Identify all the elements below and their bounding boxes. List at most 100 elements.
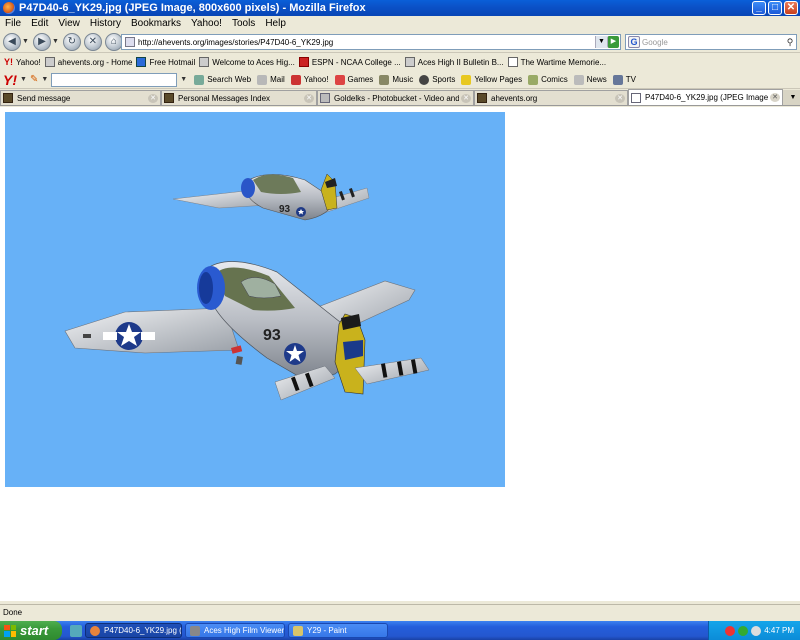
pencil-dropdown-icon[interactable]: ▼ <box>41 76 48 83</box>
minimize-button[interactable]: _ <box>752 1 766 15</box>
page-content: 93 93 <box>0 107 800 601</box>
start-button[interactable]: start <box>0 621 62 640</box>
tab-send-message[interactable]: Send message ✕ <box>0 90 161 105</box>
tv-icon <box>612 74 623 85</box>
url-history-dropdown-icon[interactable]: ▼ <box>595 36 607 48</box>
yahoo-home-button[interactable]: Yahoo! <box>290 74 329 85</box>
yahoo-news-button[interactable]: News <box>573 74 607 85</box>
film-viewer-icon <box>190 625 200 636</box>
url-bar[interactable]: http://ahevents.org/images/stories/P47D4… <box>121 34 621 50</box>
pencil-icon[interactable]: ✎ <box>30 74 38 85</box>
close-button[interactable]: ✕ <box>784 1 798 15</box>
reload-icon[interactable]: ↻ <box>62 32 81 51</box>
task-paint[interactable]: Y29 - Paint <box>288 623 388 638</box>
yahoo-menu-dropdown-icon[interactable]: ▼ <box>20 76 27 83</box>
tab-close-icon[interactable]: ✕ <box>615 93 625 103</box>
yahoo-logo[interactable]: Y! <box>3 72 17 88</box>
search-icon[interactable]: ⚲ <box>784 37 796 48</box>
menu-yahoo[interactable]: Yahoo! <box>186 18 227 29</box>
menu-file[interactable]: File <box>0 18 26 29</box>
yahoo-comics-button[interactable]: Comics <box>528 74 568 85</box>
page-icon <box>507 57 518 67</box>
rear-p47-plane: 93 <box>172 173 370 221</box>
menu-bar: File Edit View History Bookmarks Yahoo! … <box>0 16 800 30</box>
tray-volume-icon[interactable] <box>751 625 762 636</box>
tab-photobucket[interactable]: Goldelks - Photobucket - Video and Im...… <box>317 90 474 105</box>
p47-illustration: 93 93 <box>64 173 430 401</box>
bookmark-espn[interactable]: ESPN - NCAA College ... <box>298 57 401 67</box>
title-bar: P47D40-6_YK29.jpg (JPEG Image, 800x600 p… <box>0 0 800 16</box>
google-engine-icon[interactable]: G <box>628 36 640 48</box>
yahoo-sports-button[interactable]: Sports <box>419 74 455 85</box>
tab-close-icon[interactable]: ✕ <box>770 93 780 102</box>
navigation-toolbar: ◀ ▼ ▶ ▼ ↻ ✕ ⌂ http://ahevents.org/images… <box>0 31 800 53</box>
maximize-button[interactable]: □ <box>768 1 782 15</box>
tab-ahevents[interactable]: ahevents.org ✕ <box>474 90 628 105</box>
firefox-icon <box>3 2 15 14</box>
sports-icon <box>419 74 430 85</box>
front-p47-plane: 93 <box>64 261 430 401</box>
task-aces-high-film-viewer[interactable]: Aces High Film Viewer <box>185 623 285 638</box>
menu-history[interactable]: History <box>85 18 126 29</box>
menu-edit[interactable]: Edit <box>26 18 53 29</box>
bookmarks-toolbar: Y! Yahoo! ahevents.org - Home Free Hotmai… <box>0 54 800 70</box>
menu-view[interactable]: View <box>53 18 85 29</box>
bookmark-yahoo[interactable]: Y! Yahoo! <box>4 57 41 67</box>
menu-bookmarks[interactable]: Bookmarks <box>126 18 186 29</box>
news-icon <box>573 74 584 85</box>
search-input[interactable]: Google <box>642 38 784 47</box>
bookmark-ahevents[interactable]: ahevents.org - Home <box>44 57 132 67</box>
yahoo-music-button[interactable]: Music <box>379 74 413 85</box>
forward-icon[interactable]: ▶ <box>32 32 51 51</box>
tab-close-icon[interactable]: ✕ <box>148 93 158 103</box>
yahoo-tv-button[interactable]: TV <box>612 74 636 85</box>
list-all-tabs-icon[interactable]: ▼ <box>786 91 800 105</box>
tab-close-icon[interactable]: ✕ <box>461 93 471 103</box>
photobucket-icon <box>320 93 330 103</box>
go-icon[interactable]: ▶ <box>607 36 619 48</box>
url-text[interactable]: http://ahevents.org/images/stories/P47D4… <box>138 38 595 47</box>
tab-p47-image[interactable]: P47D40-6_YK29.jpg (JPEG Image... ✕ <box>628 89 783 105</box>
paint-icon <box>293 625 303 636</box>
clock: 4:47 PM <box>764 626 794 635</box>
bookmark-hotmail[interactable]: Free Hotmail <box>136 57 195 67</box>
firefox-icon <box>90 625 100 636</box>
yahoo-icon: Y! <box>4 57 13 67</box>
task-firefox[interactable]: P47D40-6_YK29.jpg (... <box>85 623 182 638</box>
status-bar: Done <box>0 604 800 620</box>
menu-help[interactable]: Help <box>260 18 291 29</box>
taskbar: start P47D40-6_YK29.jpg (... Aces High F… <box>0 621 800 640</box>
yahoo-small-icon <box>290 74 301 85</box>
show-desktop-icon[interactable] <box>70 624 82 637</box>
bookmark-aces-high-bulletin[interactable]: Aces High II Bulletin B... <box>404 57 504 67</box>
bookmark-wartime-memories[interactable]: The Wartime Memorie... <box>507 57 606 67</box>
music-icon <box>379 74 390 85</box>
search-box[interactable]: G Google ⚲ <box>625 34 797 50</box>
yahoo-yellow-pages-button[interactable]: Yellow Pages <box>461 74 522 85</box>
ahevents-icon <box>164 93 174 103</box>
ahevents-icon <box>44 57 55 67</box>
yahoo-mail-button[interactable]: Mail <box>257 74 285 85</box>
tray-network-icon[interactable] <box>738 625 749 636</box>
status-text: Done <box>3 608 23 617</box>
stop-icon[interactable]: ✕ <box>83 32 102 51</box>
search-web-button[interactable]: Search Web <box>194 74 251 85</box>
yellow-pages-icon <box>461 74 472 85</box>
search-web-icon <box>194 74 205 85</box>
back-dropdown-icon[interactable]: ▼ <box>22 38 29 45</box>
yahoo-games-button[interactable]: Games <box>334 74 373 85</box>
yahoo-toolbar: Y! ▼ ✎ ▼ ▼ Search Web Mail Yahoo! Games … <box>0 71 800 89</box>
windows-flag-icon <box>4 624 16 637</box>
site-favicon-icon <box>125 37 135 47</box>
bookmark-aces-high[interactable]: Welcome to Aces Hig... <box>199 57 295 67</box>
menu-tools[interactable]: Tools <box>227 18 260 29</box>
yahoo-search-input[interactable] <box>51 72 178 87</box>
ahevents-icon <box>3 93 13 103</box>
tab-personal-messages[interactable]: Personal Messages Index ✕ <box>161 90 317 105</box>
forward-dropdown-icon[interactable]: ▼ <box>52 38 59 45</box>
yahoo-search-dropdown-icon[interactable]: ▼ <box>180 76 187 83</box>
tray-app-icon[interactable] <box>725 625 736 636</box>
mail-icon <box>257 74 268 85</box>
back-icon[interactable]: ◀ <box>3 32 21 51</box>
tab-close-icon[interactable]: ✕ <box>304 93 314 103</box>
